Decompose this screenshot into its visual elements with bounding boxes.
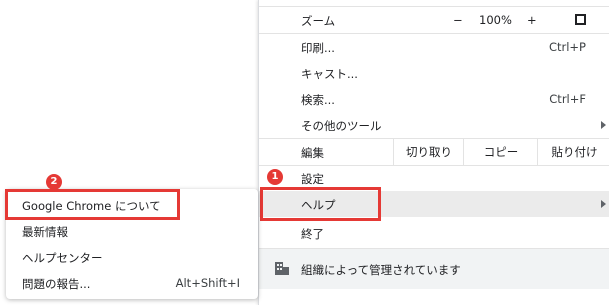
- edit-row: 編集 切り取り コピー 貼り付け: [259, 139, 609, 165]
- help-submenu: Google Chrome について 最新情報 ヘルプセンター 問題の報告...…: [5, 189, 258, 299]
- exit-label: 終了: [301, 227, 324, 241]
- chrome-main-menu: ズーム − 100% + 印刷... Ctrl+P キャスト... 検索... …: [258, 0, 609, 305]
- report-issue-shortcut: Alt+Shift+I: [175, 276, 240, 290]
- step-badge-1: 1: [267, 169, 283, 185]
- cast-label: キャスト...: [301, 67, 358, 81]
- find-label: 検索...: [301, 93, 335, 107]
- copy-button[interactable]: コピー: [463, 139, 538, 165]
- zoom-out-button[interactable]: −: [453, 13, 463, 27]
- submenu-item-help-center[interactable]: ヘルプセンター: [6, 244, 258, 270]
- help-center-label: ヘルプセンター: [22, 251, 103, 265]
- menu-item-cast[interactable]: キャスト...: [259, 60, 609, 86]
- paste-button[interactable]: 貼り付け: [537, 139, 609, 165]
- print-label: 印刷...: [301, 41, 335, 55]
- more-tools-label: その他のツール: [301, 119, 382, 133]
- whats-new-label: 最新情報: [22, 225, 68, 239]
- menu-item-exit[interactable]: 終了: [259, 220, 609, 246]
- managed-by-org-row[interactable]: 組織によって管理されています: [259, 249, 609, 289]
- highlight-box-help: [260, 187, 381, 221]
- edit-label: 編集: [301, 146, 324, 160]
- submenu-item-report-issue[interactable]: 問題の報告... Alt+Shift+I: [6, 270, 258, 296]
- fullscreen-icon[interactable]: [575, 14, 586, 25]
- menu-item-find[interactable]: 検索... Ctrl+F: [259, 86, 609, 112]
- settings-label: 設定: [301, 172, 324, 186]
- print-shortcut: Ctrl+P: [548, 40, 586, 54]
- report-issue-label: 問題の報告...: [22, 277, 91, 291]
- step-badge-2: 2: [46, 174, 62, 190]
- zoom-row: ズーム − 100% +: [259, 7, 609, 33]
- zoom-in-button[interactable]: +: [527, 13, 537, 27]
- building-icon: [275, 262, 289, 275]
- managed-label: 組織によって管理されています: [301, 263, 461, 277]
- menu-item-print[interactable]: 印刷... Ctrl+P: [259, 34, 609, 60]
- chevron-right-icon: [601, 121, 606, 129]
- highlight-box-about: [5, 189, 180, 220]
- chevron-right-icon: [601, 200, 606, 208]
- submenu-item-whats-new[interactable]: 最新情報: [6, 218, 258, 244]
- menu-item-more-tools[interactable]: その他のツール: [259, 112, 609, 138]
- find-shortcut: Ctrl+F: [549, 92, 586, 106]
- cut-button[interactable]: 切り取り: [393, 139, 464, 165]
- zoom-level: 100%: [479, 13, 512, 27]
- zoom-label: ズーム: [301, 14, 336, 28]
